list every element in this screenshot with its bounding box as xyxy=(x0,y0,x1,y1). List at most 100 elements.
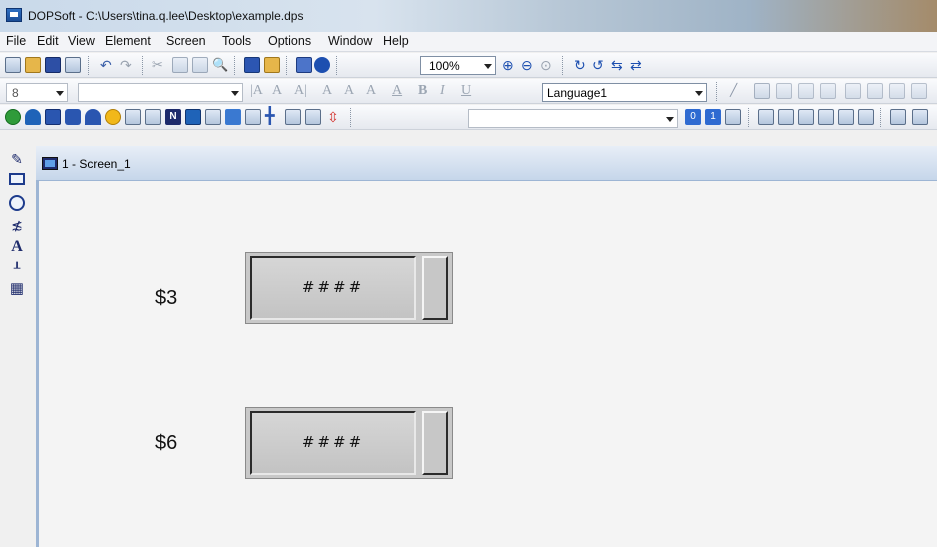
state-0-icon[interactable]: 0 xyxy=(685,109,701,125)
circle-tool-icon[interactable] xyxy=(9,195,25,211)
rotate-ccw-icon[interactable]: ↺ xyxy=(592,57,608,73)
lamp-element-icon[interactable] xyxy=(105,109,121,125)
numeric-display-icon[interactable]: N xyxy=(165,109,181,125)
alarm-display-icon[interactable] xyxy=(225,109,241,125)
bring-front-icon[interactable] xyxy=(758,109,774,125)
step-element-icon[interactable]: ⇳ xyxy=(325,109,341,125)
align-objects-left-icon[interactable] xyxy=(776,83,792,99)
xy-chart-icon[interactable] xyxy=(205,109,221,125)
font-name-select[interactable] xyxy=(78,83,243,102)
menu-tools[interactable]: Tools xyxy=(222,34,251,48)
font-size-value: 8 xyxy=(12,86,19,100)
compile-icon[interactable] xyxy=(296,57,312,73)
mirror-icon[interactable]: ⇄ xyxy=(630,57,646,73)
xy-plot-icon[interactable] xyxy=(305,109,321,125)
bold-icon[interactable]: B xyxy=(418,83,427,99)
align-objects-top-icon[interactable] xyxy=(845,83,861,99)
state-1-icon[interactable]: 1 xyxy=(705,109,721,125)
trend-graph-icon[interactable] xyxy=(185,109,201,125)
save-as-icon[interactable] xyxy=(65,57,81,73)
download-icon[interactable] xyxy=(244,57,260,73)
align-objects-right-icon[interactable] xyxy=(820,83,836,99)
rectangle-tool-icon[interactable] xyxy=(9,173,25,185)
menu-help[interactable]: Help xyxy=(383,34,409,48)
undo-icon[interactable]: ↶ xyxy=(100,57,116,73)
text-tool-icon[interactable]: A xyxy=(9,239,25,255)
draw-line-icon[interactable]: ╱ xyxy=(730,83,746,99)
menu-file[interactable]: File xyxy=(6,34,26,48)
polyline-tool-icon[interactable]: ≴ xyxy=(9,217,25,233)
rectangle-element-icon[interactable] xyxy=(45,109,61,125)
on-button-icon[interactable] xyxy=(5,109,21,125)
screen-canvas[interactable]: $3 #### $6 #### xyxy=(39,181,937,547)
menu-element[interactable]: Element xyxy=(105,34,151,48)
meter-icon[interactable] xyxy=(25,109,41,125)
info-icon[interactable] xyxy=(314,57,330,73)
font-color-icon[interactable]: A xyxy=(392,83,402,99)
underline-icon[interactable]: U xyxy=(461,83,471,99)
flip-icon[interactable]: ⇆ xyxy=(611,57,627,73)
ascii-input-icon[interactable] xyxy=(145,109,161,125)
calendar-icon[interactable] xyxy=(798,109,814,125)
upload-icon[interactable] xyxy=(264,57,280,73)
chevron-down-icon xyxy=(666,117,674,122)
find-icon[interactable]: 🔍 xyxy=(212,57,228,73)
zoom-fit-icon[interactable]: ⊙ xyxy=(540,57,556,73)
group-icon[interactable] xyxy=(818,109,834,125)
copy-icon[interactable] xyxy=(172,57,188,73)
align-center-icon[interactable]: A xyxy=(272,83,282,99)
cut-icon[interactable]: ✂ xyxy=(152,57,168,73)
valign-middle-icon[interactable]: A xyxy=(344,83,354,99)
paste-icon[interactable] xyxy=(192,57,208,73)
scale-tool-icon[interactable]: ┸ xyxy=(9,261,25,277)
numeric-input-icon[interactable] xyxy=(125,109,141,125)
menu-screen[interactable]: Screen xyxy=(166,34,206,48)
redo-icon[interactable]: ↷ xyxy=(120,57,136,73)
toolbar-separator xyxy=(336,56,340,75)
toolbar-separator xyxy=(286,56,290,75)
menu-view[interactable]: View xyxy=(68,34,95,48)
text-state-select[interactable] xyxy=(468,109,678,128)
keypad-icon[interactable] xyxy=(245,109,261,125)
font-size-select[interactable]: 8 xyxy=(6,83,68,102)
language-select[interactable]: Language1 xyxy=(542,83,707,102)
half-circle-element-icon[interactable] xyxy=(85,109,101,125)
zoom-out-icon[interactable]: ⊖ xyxy=(521,57,537,73)
pencil-icon[interactable]: ✎ xyxy=(9,151,25,167)
align-objects-bottom-icon[interactable] xyxy=(889,83,905,99)
open-folder-icon[interactable] xyxy=(25,57,41,73)
valign-bottom-icon[interactable]: A xyxy=(366,83,376,99)
grid-icon[interactable] xyxy=(912,109,928,125)
italic-icon[interactable]: I xyxy=(440,83,445,99)
align-objects-middle-icon[interactable] xyxy=(867,83,883,99)
numeric-display[interactable]: #### xyxy=(245,407,453,479)
rotate-cw-icon[interactable]: ↻ xyxy=(574,57,590,73)
new-file-icon[interactable] xyxy=(5,57,21,73)
numeric-display[interactable]: #### xyxy=(245,252,453,324)
element-label: $3 xyxy=(155,287,178,309)
align-objects-center-icon[interactable] xyxy=(798,83,814,99)
align-right-icon[interactable]: A| xyxy=(294,83,307,99)
element-toolbar: N ╋ ⇳ 0 1 xyxy=(0,105,937,130)
save-icon[interactable] xyxy=(45,57,61,73)
ungroup-icon[interactable] xyxy=(838,109,854,125)
layout-icon[interactable] xyxy=(890,109,906,125)
image-element-icon[interactable] xyxy=(285,109,301,125)
menu-window[interactable]: Window xyxy=(328,34,372,48)
valign-top-icon[interactable]: A xyxy=(322,83,332,99)
menu-options[interactable]: Options xyxy=(268,34,311,48)
toolbar-separator xyxy=(142,56,146,75)
lock-element-icon[interactable] xyxy=(858,109,874,125)
menu-edit[interactable]: Edit xyxy=(37,34,59,48)
table-tool-icon[interactable]: ▦ xyxy=(9,281,25,297)
toolbar-separator xyxy=(748,108,752,127)
distribute-icon[interactable] xyxy=(911,83,927,99)
scale-icon[interactable]: ╋ xyxy=(265,109,281,125)
send-back-icon[interactable] xyxy=(778,109,794,125)
pipe-element-icon[interactable] xyxy=(65,109,81,125)
zoom-select[interactable]: 100% xyxy=(420,56,496,75)
property-icon[interactable] xyxy=(725,109,741,125)
align-left-icon[interactable]: |A xyxy=(250,83,263,99)
zoom-in-icon[interactable]: ⊕ xyxy=(502,57,518,73)
text-box-icon[interactable] xyxy=(754,83,770,99)
